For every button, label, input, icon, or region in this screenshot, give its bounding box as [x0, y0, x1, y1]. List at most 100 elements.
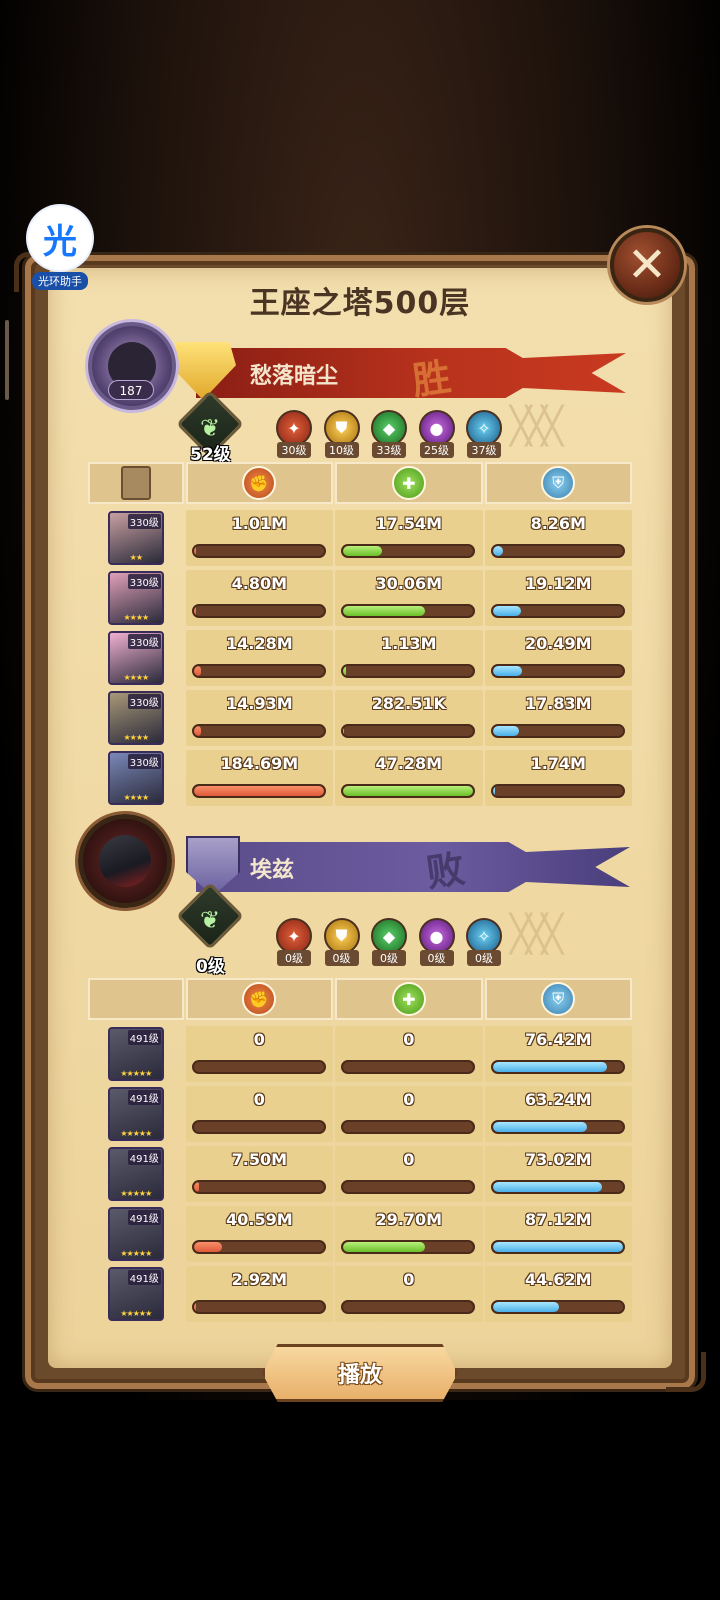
- heal-value: 1.13M: [381, 634, 437, 653]
- hero-cell[interactable]: 491级 ★★★★★: [88, 1026, 184, 1082]
- heal-bar-fill: [343, 666, 346, 676]
- faction-level: 30级: [277, 442, 311, 458]
- graveborn-icon: ●: [418, 410, 455, 446]
- team2-name: 埃兹: [250, 858, 295, 883]
- damage-bar-fill: [193, 726, 202, 736]
- celestial-faction: ✧ 37级: [464, 410, 504, 466]
- tank-bar: [490, 724, 625, 738]
- damage-bar-fill: [193, 786, 324, 796]
- close-button[interactable]: ✕: [610, 228, 684, 302]
- play-button[interactable]: 播放: [262, 1344, 458, 1402]
- shield-icon: ⛨: [541, 466, 576, 500]
- hero-portrait[interactable]: 491级 ★★★★★: [107, 1267, 164, 1321]
- hero-cell[interactable]: 491级 ★★★★★: [88, 1086, 184, 1142]
- tank-cell: 20.49M: [484, 630, 632, 686]
- damage-icon: ✊: [242, 982, 277, 1016]
- hero-cell[interactable]: 330级 ★★★★: [88, 690, 184, 746]
- hero-cell[interactable]: 330级 ★★★★: [88, 750, 184, 806]
- mauler-icon: ⛊: [323, 918, 360, 954]
- tank-cell: 1.74M: [484, 750, 632, 806]
- damage-cell: 14.28M: [185, 630, 334, 686]
- faction-level: 0级: [277, 950, 311, 966]
- team1-stats-table: ✊ ✚ ⛨ 330级 ★★ 1.01M 17.54M 8.26M 330级 ★★…: [88, 462, 633, 806]
- damage-cell: 1.01M: [185, 510, 334, 566]
- battle-log-button[interactable]: [88, 462, 184, 504]
- tank-cell: 19.12M: [484, 570, 632, 626]
- hero-portrait[interactable]: 330级 ★★★★: [107, 751, 164, 805]
- tank-bar-fill: [492, 606, 522, 616]
- damage-bar: [191, 784, 326, 798]
- mauler-faction: ⛊ 0级: [322, 918, 362, 974]
- wilder-icon: ◆: [371, 410, 407, 446]
- hero-portrait[interactable]: 491级 ★★★★★: [107, 1087, 164, 1141]
- tank-bar: [490, 1180, 625, 1194]
- damage-value: 7.50M: [231, 1150, 288, 1169]
- graveborn-faction: ● 0级: [417, 918, 457, 974]
- celestial-icon: ✧: [466, 918, 502, 954]
- heal-value: 29.70M: [375, 1210, 443, 1229]
- lightbearer-faction: ✦ 30级: [274, 410, 314, 466]
- hero-portrait[interactable]: 491级 ★★★★★: [107, 1147, 164, 1201]
- faction-level: 10级: [324, 442, 359, 458]
- empty-header-cell: [88, 978, 184, 1020]
- damage-bar: [191, 724, 326, 738]
- tank-bar-fill: [492, 726, 519, 736]
- screen-edge-handle: [5, 320, 9, 400]
- helper-logo-icon: 光: [28, 206, 92, 270]
- tank-bar: [490, 604, 625, 618]
- hero-level: 491级: [127, 1150, 161, 1165]
- damage-value: 0: [253, 1030, 265, 1049]
- hero-cell[interactable]: 491级 ★★★★★: [88, 1206, 184, 1262]
- tank-bar-fill: [492, 1242, 623, 1252]
- hero-portrait[interactable]: 491级 ★★★★★: [107, 1027, 164, 1081]
- team2-avatar[interactable]: [78, 814, 172, 908]
- heal-bar-fill: [343, 726, 344, 736]
- tank-value: 87.12M: [525, 1210, 592, 1229]
- heal-bar: [341, 784, 476, 798]
- hero-portrait[interactable]: 330级 ★★★★: [107, 631, 164, 685]
- hero-portrait[interactable]: 330级 ★★★★: [107, 571, 164, 625]
- hero-level: 491级: [127, 1030, 161, 1045]
- tank-value: 1.74M: [530, 754, 586, 773]
- tank-value: 19.12M: [525, 574, 592, 593]
- heal-column-header: ✚: [335, 462, 483, 504]
- hero-level: 330级: [127, 634, 161, 649]
- lightbearer-icon: ✦: [276, 918, 312, 954]
- team1-player-level: 187: [108, 380, 154, 400]
- hero-stars: ★★★★★: [120, 1189, 152, 1198]
- heal-bar-fill: [343, 786, 474, 796]
- heal-value: 47.28M: [375, 754, 443, 773]
- damage-value: 1.01M: [231, 514, 288, 533]
- hero-cell[interactable]: 330级 ★★★★: [88, 630, 184, 686]
- helper-watermark[interactable]: 光 光环助手: [20, 206, 100, 290]
- tank-cell: 63.24M: [484, 1086, 632, 1142]
- hero-cell[interactable]: 491级 ★★★★★: [88, 1146, 184, 1202]
- heal-cell: 0: [335, 1086, 483, 1142]
- tank-column-header: ⛨: [484, 462, 633, 504]
- tank-cell: 87.12M: [484, 1206, 632, 1262]
- hero-portrait[interactable]: 330级 ★★★★: [107, 691, 164, 745]
- hero-cell[interactable]: 330级 ★★★★: [88, 570, 184, 626]
- hero-portrait[interactable]: 491级 ★★★★★: [107, 1207, 164, 1261]
- damage-icon: ✊: [242, 466, 277, 500]
- heal-bar: [341, 544, 476, 558]
- tank-bar: [490, 1300, 625, 1314]
- damage-value: 14.93M: [226, 694, 293, 713]
- damage-bar-fill: [193, 1182, 199, 1192]
- graveborn-faction: ● 25级: [417, 410, 457, 466]
- heal-bar: [341, 1060, 476, 1074]
- celestial-icon: ✧: [466, 410, 502, 446]
- tank-value: 73.02M: [525, 1150, 592, 1169]
- wilder-faction: ◆ 0级: [369, 918, 409, 974]
- hero-cell[interactable]: 491级 ★★★★★: [88, 1266, 184, 1322]
- heal-value: 0: [403, 1270, 415, 1289]
- tank-bar: [490, 1060, 625, 1074]
- hero-cell[interactable]: 330级 ★★: [88, 510, 184, 566]
- faction-level: 25级: [419, 442, 454, 458]
- hero-level: 491级: [127, 1270, 161, 1285]
- heal-bar: [341, 1120, 476, 1134]
- tank-value: 20.49M: [525, 634, 592, 653]
- hero-portrait[interactable]: 330级 ★★: [107, 511, 164, 565]
- damage-value: 0: [253, 1090, 265, 1109]
- heal-cell: 17.54M: [335, 510, 483, 566]
